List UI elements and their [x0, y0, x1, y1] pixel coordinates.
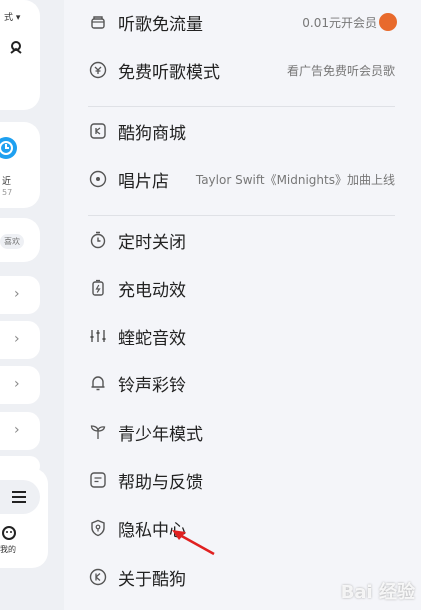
menu-item-free-mode[interactable]: 免费听歌模式 看广告免费听会员歌: [88, 50, 421, 90]
menu-label-ringtone: 铃声彩铃: [118, 375, 186, 396]
menu-label-free-mode: 免费听歌模式: [118, 62, 220, 83]
mode-dropdown-label: 式: [4, 13, 14, 23]
annotation-arrow-icon: [172, 530, 215, 556]
divider: [88, 215, 395, 216]
mode-dropdown[interactable]: 式 ▾: [4, 10, 20, 23]
menu-label-charging: 充电动效: [118, 280, 186, 301]
kugou-logo-icon: [88, 567, 108, 587]
menu-label-youth-mode: 青少年模式: [118, 424, 203, 445]
mic-icon[interactable]: [8, 40, 24, 56]
mine-label: 我的: [0, 545, 16, 554]
list-icon: [12, 491, 26, 503]
menu-label-flow: 听歌免流量: [118, 14, 203, 35]
side-drawer: 听歌免流量 0.01元开会员 免费听歌模式 看广告免费听会员歌 酷狗商城 唱片店…: [64, 0, 421, 610]
menu-item-help[interactable]: 帮助与反馈: [88, 460, 421, 500]
menu-item-record-store[interactable]: 唱片店 Taylor Swift《Midnights》加曲上线: [88, 159, 421, 199]
shield-icon: [88, 518, 108, 538]
chevron-right-icon: ›: [14, 376, 20, 392]
chevron-right-icon: ›: [14, 286, 20, 302]
profile-card[interactable]: 式 ▾: [0, 0, 40, 110]
watermark: Bai 经验: [340, 582, 415, 603]
menu-item-ringtone[interactable]: 铃声彩铃: [88, 363, 421, 403]
recent-icon: [0, 137, 17, 159]
mine-icon[interactable]: [2, 526, 16, 540]
recent-count: 57: [2, 188, 13, 197]
menu-item-youth-mode[interactable]: 青少年模式: [88, 412, 421, 452]
menu-label-about: 关于酷狗: [118, 569, 186, 590]
feedback-icon: [88, 470, 108, 490]
timer-icon: [88, 230, 108, 250]
record-store-promo: Taylor Swift《Midnights》加曲上线: [195, 172, 395, 187]
free-music-icon: [88, 60, 108, 80]
menu-label-record-store: 唱片店: [118, 171, 169, 192]
recent-label: 近: [2, 177, 12, 187]
sprout-icon: [88, 422, 108, 442]
menu-item-timer[interactable]: 定时关闭: [88, 220, 421, 260]
menu-item-sound-effect[interactable]: 蝰蛇音效: [88, 316, 421, 356]
menu-label-sound-effect: 蝰蛇音效: [118, 328, 186, 349]
menu-item-charging[interactable]: 充电动效: [88, 268, 421, 308]
equalizer-icon: [88, 326, 108, 346]
like-label: 喜欢: [0, 234, 24, 249]
traffic-icon: [88, 12, 108, 32]
flow-promo-text: 0.01元开会员: [302, 15, 377, 30]
shop-icon: [88, 121, 108, 141]
menu-label-timer: 定时关闭: [118, 232, 186, 253]
menu-item-privacy[interactable]: 隐私中心: [88, 508, 421, 548]
bell-icon: [88, 373, 108, 393]
recent-card[interactable]: 近 57: [0, 122, 40, 208]
left-panel: 式 ▾ 近 57 喜欢 › › › › 我的: [0, 0, 64, 610]
promo-badge-icon: [379, 13, 397, 31]
menu-item-mall[interactable]: 酷狗商城: [88, 111, 421, 151]
menu-item-flow[interactable]: 听歌免流量 0.01元开会员: [88, 2, 421, 42]
like-card[interactable]: 喜欢: [0, 218, 40, 262]
list-item[interactable]: ›: [0, 276, 40, 314]
free-mode-hint: 看广告免费听会员歌: [286, 63, 395, 78]
chevron-right-icon: ›: [14, 331, 20, 347]
list-item[interactable]: ›: [0, 412, 40, 450]
menu-label-help: 帮助与反馈: [118, 472, 203, 493]
battery-icon: [88, 278, 108, 298]
queue-button[interactable]: [0, 480, 40, 514]
list-item[interactable]: ›: [0, 366, 40, 404]
divider: [88, 106, 395, 107]
vinyl-icon: [88, 169, 108, 189]
bottom-card: 我的: [0, 468, 48, 568]
chevron-right-icon: ›: [14, 422, 20, 438]
menu-label-mall: 酷狗商城: [118, 123, 186, 144]
list-item[interactable]: ›: [0, 321, 40, 359]
